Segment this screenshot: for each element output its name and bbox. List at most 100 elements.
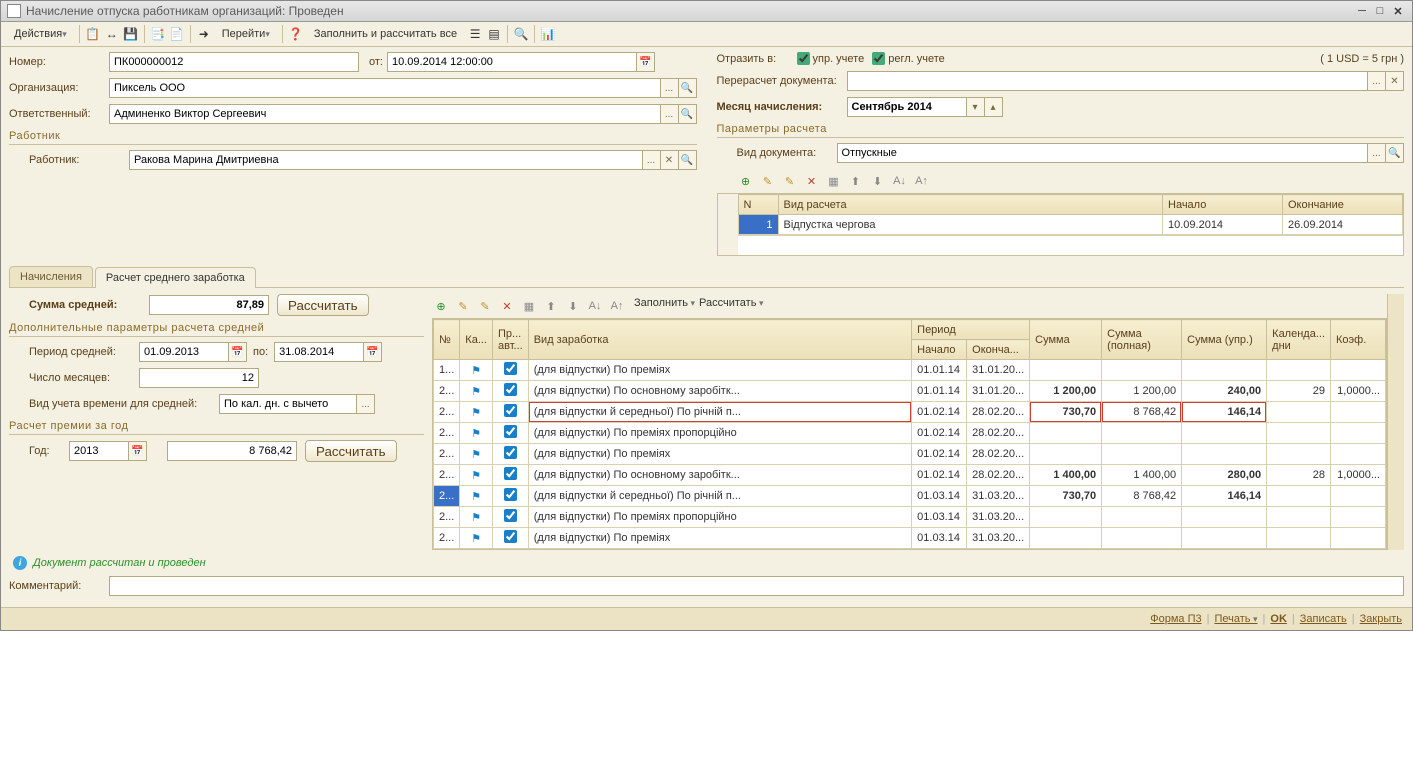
reg-check-label[interactable]: регл. учете	[872, 52, 945, 65]
search-icon[interactable]: 🔍	[679, 150, 697, 170]
add-row-icon[interactable]: ⊕	[432, 297, 450, 315]
post-icon[interactable]: 📋	[85, 26, 101, 42]
based-on-icon[interactable]: 📄	[169, 26, 185, 42]
calendar-icon[interactable]: 📅	[129, 441, 147, 461]
col-pend[interactable]: Оконча...	[967, 340, 1030, 360]
vscrollbar[interactable]	[1387, 294, 1404, 550]
add-row-icon[interactable]: ⊕	[737, 172, 755, 190]
close-link[interactable]: Закрыть	[1360, 613, 1402, 625]
spin-down-icon[interactable]: ▾	[967, 97, 985, 117]
number-input[interactable]	[109, 52, 359, 72]
edit-row-icon[interactable]: ✎	[759, 172, 777, 190]
table-row[interactable]: 2... ⚑ (для відпустки) По преміях пропор…	[434, 507, 1386, 528]
table-row[interactable]: 1... ⚑ (для відпустки) По преміях 01.01.…	[434, 360, 1386, 381]
calendar-icon[interactable]: 📅	[637, 52, 655, 72]
clear-icon[interactable]: ✕	[1386, 71, 1404, 91]
comment-input[interactable]	[109, 576, 1404, 596]
year-input[interactable]	[69, 441, 129, 461]
delete-row-icon[interactable]: ✕	[498, 297, 516, 315]
preview-icon[interactable]: 🔍	[513, 26, 529, 42]
reg-check[interactable]	[872, 52, 885, 65]
register-icon[interactable]: 📊	[540, 26, 556, 42]
org-input[interactable]	[109, 78, 661, 98]
delete-row-icon[interactable]: ✕	[803, 172, 821, 190]
sort-desc-icon[interactable]: A↑	[913, 172, 931, 190]
select-icon[interactable]: ...	[1368, 143, 1386, 163]
col-ka[interactable]: Ка...	[460, 320, 493, 360]
period-from-input[interactable]	[139, 342, 229, 362]
calendar-icon[interactable]: 📅	[364, 342, 382, 362]
date-input[interactable]	[387, 52, 637, 72]
structure-icon[interactable]: 📑	[150, 26, 166, 42]
doctype-input[interactable]	[837, 143, 1369, 163]
sort-asc-icon[interactable]: A↓	[891, 172, 909, 190]
move-down-icon[interactable]: ⬇	[869, 172, 887, 190]
col-pstart[interactable]: Начало	[912, 340, 967, 360]
select-icon[interactable]: ...	[1368, 71, 1386, 91]
tab-accruals[interactable]: Начисления	[9, 266, 93, 287]
bonus-input[interactable]	[167, 441, 297, 461]
spin-up-icon[interactable]: ▴	[985, 97, 1003, 117]
clear-icon[interactable]: ✕	[661, 150, 679, 170]
col-sumupr[interactable]: Сумма (упр.)	[1182, 320, 1267, 360]
move-up-icon[interactable]: ⬆	[542, 297, 560, 315]
form-p3-link[interactable]: Форма П3	[1150, 613, 1201, 625]
table-row[interactable]: 2... ⚑ (для відпустки) По преміях 01.03.…	[434, 528, 1386, 549]
copy-row-icon[interactable]: ✎	[476, 297, 494, 315]
toggle-icon[interactable]: ▦	[520, 297, 538, 315]
sort-asc-icon[interactable]: A↓	[586, 297, 604, 315]
tree-icon[interactable]: ▤	[486, 26, 502, 42]
calendar-icon[interactable]: 📅	[229, 342, 247, 362]
maximize-button[interactable]: □	[1372, 4, 1388, 18]
copy-row-icon[interactable]: ✎	[781, 172, 799, 190]
resp-input[interactable]	[109, 104, 661, 124]
table-row[interactable]: 2... ⚑ (для відпустки) По преміях 01.02.…	[434, 444, 1386, 465]
select-icon[interactable]: ...	[661, 104, 679, 124]
col-type[interactable]: Вид расчета	[778, 195, 1163, 215]
col-n[interactable]: N	[738, 195, 778, 215]
table-row[interactable]: 2... ⚑ (для відпустки й середньої) По рі…	[434, 486, 1386, 507]
col-sum[interactable]: Сумма	[1030, 320, 1102, 360]
search-icon[interactable]: 🔍	[679, 78, 697, 98]
col-days[interactable]: Календа... дни	[1267, 320, 1331, 360]
table-row[interactable]: 2... ⚑ (для відпустки й середньої) По рі…	[434, 402, 1386, 423]
col-period[interactable]: Период	[912, 320, 1030, 340]
calc-menu[interactable]: Рассчитать	[699, 297, 763, 315]
goto-menu[interactable]: Перейти	[215, 25, 277, 43]
col-sumfull[interactable]: Сумма (полная)	[1102, 320, 1182, 360]
close-button[interactable]: ✕	[1390, 4, 1406, 18]
go-icon[interactable]: ➜	[196, 26, 212, 42]
save-icon[interactable]: 💾	[123, 26, 139, 42]
table-row[interactable]: 2... ⚑ (для відпустки) По основному заро…	[434, 465, 1386, 486]
table-row[interactable]: 2... ⚑ (для відпустки) По основному заро…	[434, 381, 1386, 402]
col-start[interactable]: Начало	[1163, 195, 1283, 215]
recalc-input[interactable]	[847, 71, 1369, 91]
toggle-icon[interactable]: ▦	[825, 172, 843, 190]
avg-sum-input[interactable]	[149, 295, 269, 315]
select-icon[interactable]: ...	[643, 150, 661, 170]
calc-bonus-button[interactable]: Рассчитать	[305, 440, 397, 462]
col-coef[interactable]: Коэф.	[1331, 320, 1386, 360]
table-row[interactable]: 1Відпустка чергова10.09.201426.09.2014	[738, 215, 1403, 235]
month-input[interactable]	[847, 97, 967, 117]
col-num[interactable]: №	[434, 320, 460, 360]
tab-avg-calc[interactable]: Расчет среднего заработка	[95, 267, 256, 288]
edit-row-icon[interactable]: ✎	[454, 297, 472, 315]
help-icon[interactable]: ❓	[288, 26, 304, 42]
repost-icon[interactable]: ↔	[104, 26, 120, 42]
period-to-input[interactable]	[274, 342, 364, 362]
list-icon[interactable]: ☰	[467, 26, 483, 42]
table-row[interactable]: 2... ⚑ (для відпустки) По преміях пропор…	[434, 423, 1386, 444]
mgmt-check[interactable]	[797, 52, 810, 65]
print-menu[interactable]: Печать	[1214, 613, 1257, 625]
select-icon[interactable]: ...	[661, 78, 679, 98]
move-up-icon[interactable]: ⬆	[847, 172, 865, 190]
sort-desc-icon[interactable]: A↑	[608, 297, 626, 315]
calc-avg-button[interactable]: Рассчитать	[277, 294, 369, 316]
months-input[interactable]	[139, 368, 259, 388]
save-button[interactable]: Записать	[1300, 613, 1347, 625]
fill-menu[interactable]: Заполнить	[634, 297, 695, 315]
select-icon[interactable]: ...	[357, 394, 375, 414]
earnings-grid[interactable]: № Ка... Пр... авт... Вид заработка Перио…	[432, 318, 1387, 550]
actions-menu[interactable]: Действия	[7, 25, 74, 43]
